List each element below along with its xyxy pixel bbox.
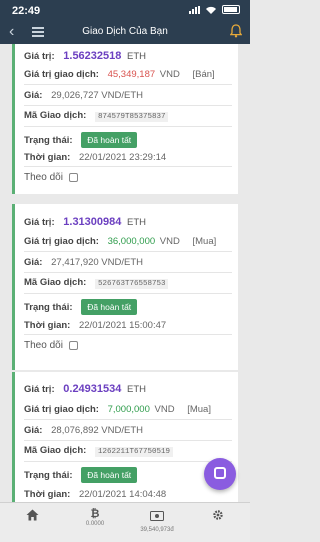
- divider: [24, 419, 232, 420]
- wifi-icon: [206, 6, 216, 14]
- page-title: Giao Dịch Của Bạn: [82, 26, 168, 37]
- chat-icon: [214, 467, 226, 479]
- tab-home[interactable]: [2, 508, 62, 526]
- cash-icon: [150, 511, 164, 521]
- divider: [24, 105, 232, 106]
- bitcoin-balance: 0.0000: [85, 521, 105, 527]
- divider: [24, 440, 232, 441]
- time-row: Thời gian: 22/01/2021 14:04:48: [24, 489, 167, 500]
- tab-wallet[interactable]: 39,540,973đ: [127, 508, 187, 533]
- tab-bitcoin[interactable]: ₿ 0.0000: [65, 508, 125, 527]
- follow-checkbox[interactable]: [68, 340, 78, 350]
- code-row: Mã Giao dịch: 526763T76558753: [24, 277, 169, 289]
- follow-checkbox[interactable]: [68, 172, 78, 182]
- bitcoin-icon: ₿: [90, 508, 100, 520]
- status-bar: 22:49: [0, 0, 250, 20]
- transaction-card: Giá trị: 0.24931534 ETH Giá trị giao dịc…: [12, 372, 238, 502]
- nav-bar: ‹ Giao Dịch Của Bạn: [0, 20, 250, 44]
- eth-amount: 1.56232518: [63, 50, 122, 62]
- value-row: Giá trị: 1.56232518 ETH: [24, 50, 147, 62]
- signal-icon: [189, 5, 200, 14]
- eth-amount: 0.24931534: [63, 383, 122, 395]
- price-row: Giá: 29,026,727 VND/ETH: [24, 90, 144, 101]
- divider: [24, 126, 232, 127]
- code-row: Mã Giao dịch: 1262211T67750519: [24, 445, 173, 457]
- divider: [24, 272, 232, 273]
- divider: [24, 334, 232, 335]
- tab-settings[interactable]: [188, 508, 248, 526]
- divider: [24, 251, 232, 252]
- trade-value-row: Giá trị giao dịch: 7,000,000 VND [Mua]: [24, 404, 211, 415]
- chat-button[interactable]: [204, 458, 236, 490]
- status-row: Trạng thái: Đã hoàn tất: [24, 299, 138, 315]
- clock: 22:49: [12, 5, 41, 17]
- battery-icon: [222, 5, 240, 14]
- follow-toggle[interactable]: Theo dõi: [24, 172, 78, 183]
- transaction-code: 1262211T67750519: [94, 447, 173, 457]
- transaction-code: 874579T85375837: [94, 112, 169, 122]
- trade-type: [Mua]: [187, 404, 211, 415]
- time-row: Thời gian: 22/01/2021 23:29:14: [24, 152, 167, 163]
- divider: [24, 293, 232, 294]
- divider: [24, 461, 232, 462]
- status-badge: Đã hoàn tất: [81, 132, 138, 148]
- follow-toggle[interactable]: Theo dõi: [24, 340, 78, 351]
- time-row: Thời gian: 22/01/2021 15:00:47: [24, 320, 167, 331]
- value-row: Giá trị: 1.31300984 ETH: [24, 216, 147, 228]
- status-icons: [189, 5, 240, 14]
- transaction-list[interactable]: Giá trị: 1.56232518 ETH Giá trị giao dịc…: [0, 44, 250, 502]
- trade-type: [Bán]: [192, 69, 215, 80]
- trade-type: [Mua]: [192, 236, 217, 247]
- wallet-balance: 39,540,973đ: [140, 527, 174, 533]
- home-icon: [26, 509, 38, 521]
- transaction-card: Giá trị: 1.31300984 ETH Giá trị giao dịc…: [12, 204, 238, 370]
- divider: [24, 166, 232, 167]
- value-row: Giá trị: 0.24931534 ETH: [24, 383, 147, 395]
- price-row: Giá: 27,417,920 VND/ETH: [24, 257, 144, 268]
- eth-amount: 1.31300984: [63, 216, 122, 228]
- trade-value-row: Giá trị giao dịch: 36,000,000 VND [Mua]: [24, 236, 217, 247]
- tab-bar: ₿ 0.0000 39,540,973đ: [0, 502, 250, 542]
- divider: [24, 84, 232, 85]
- status-row: Trạng thái: Đã hoàn tất: [24, 132, 138, 148]
- price-row: Giá: 28,076,892 VND/ETH: [24, 425, 144, 436]
- status-row: Trạng thái: Đã hoàn tất: [24, 467, 138, 483]
- gear-icon: [213, 510, 223, 520]
- transaction-card: Giá trị: 1.56232518 ETH Giá trị giao dịc…: [12, 44, 238, 194]
- trade-value-row: Giá trị giao dịch: 45,349,187 VND [Bán]: [24, 69, 215, 80]
- status-badge: Đã hoàn tất: [81, 467, 138, 483]
- bell-icon[interactable]: [230, 24, 242, 38]
- code-row: Mã Giao dịch: 874579T85375837: [24, 110, 169, 122]
- status-badge: Đã hoàn tất: [81, 299, 138, 315]
- transaction-code: 526763T76558753: [94, 279, 169, 289]
